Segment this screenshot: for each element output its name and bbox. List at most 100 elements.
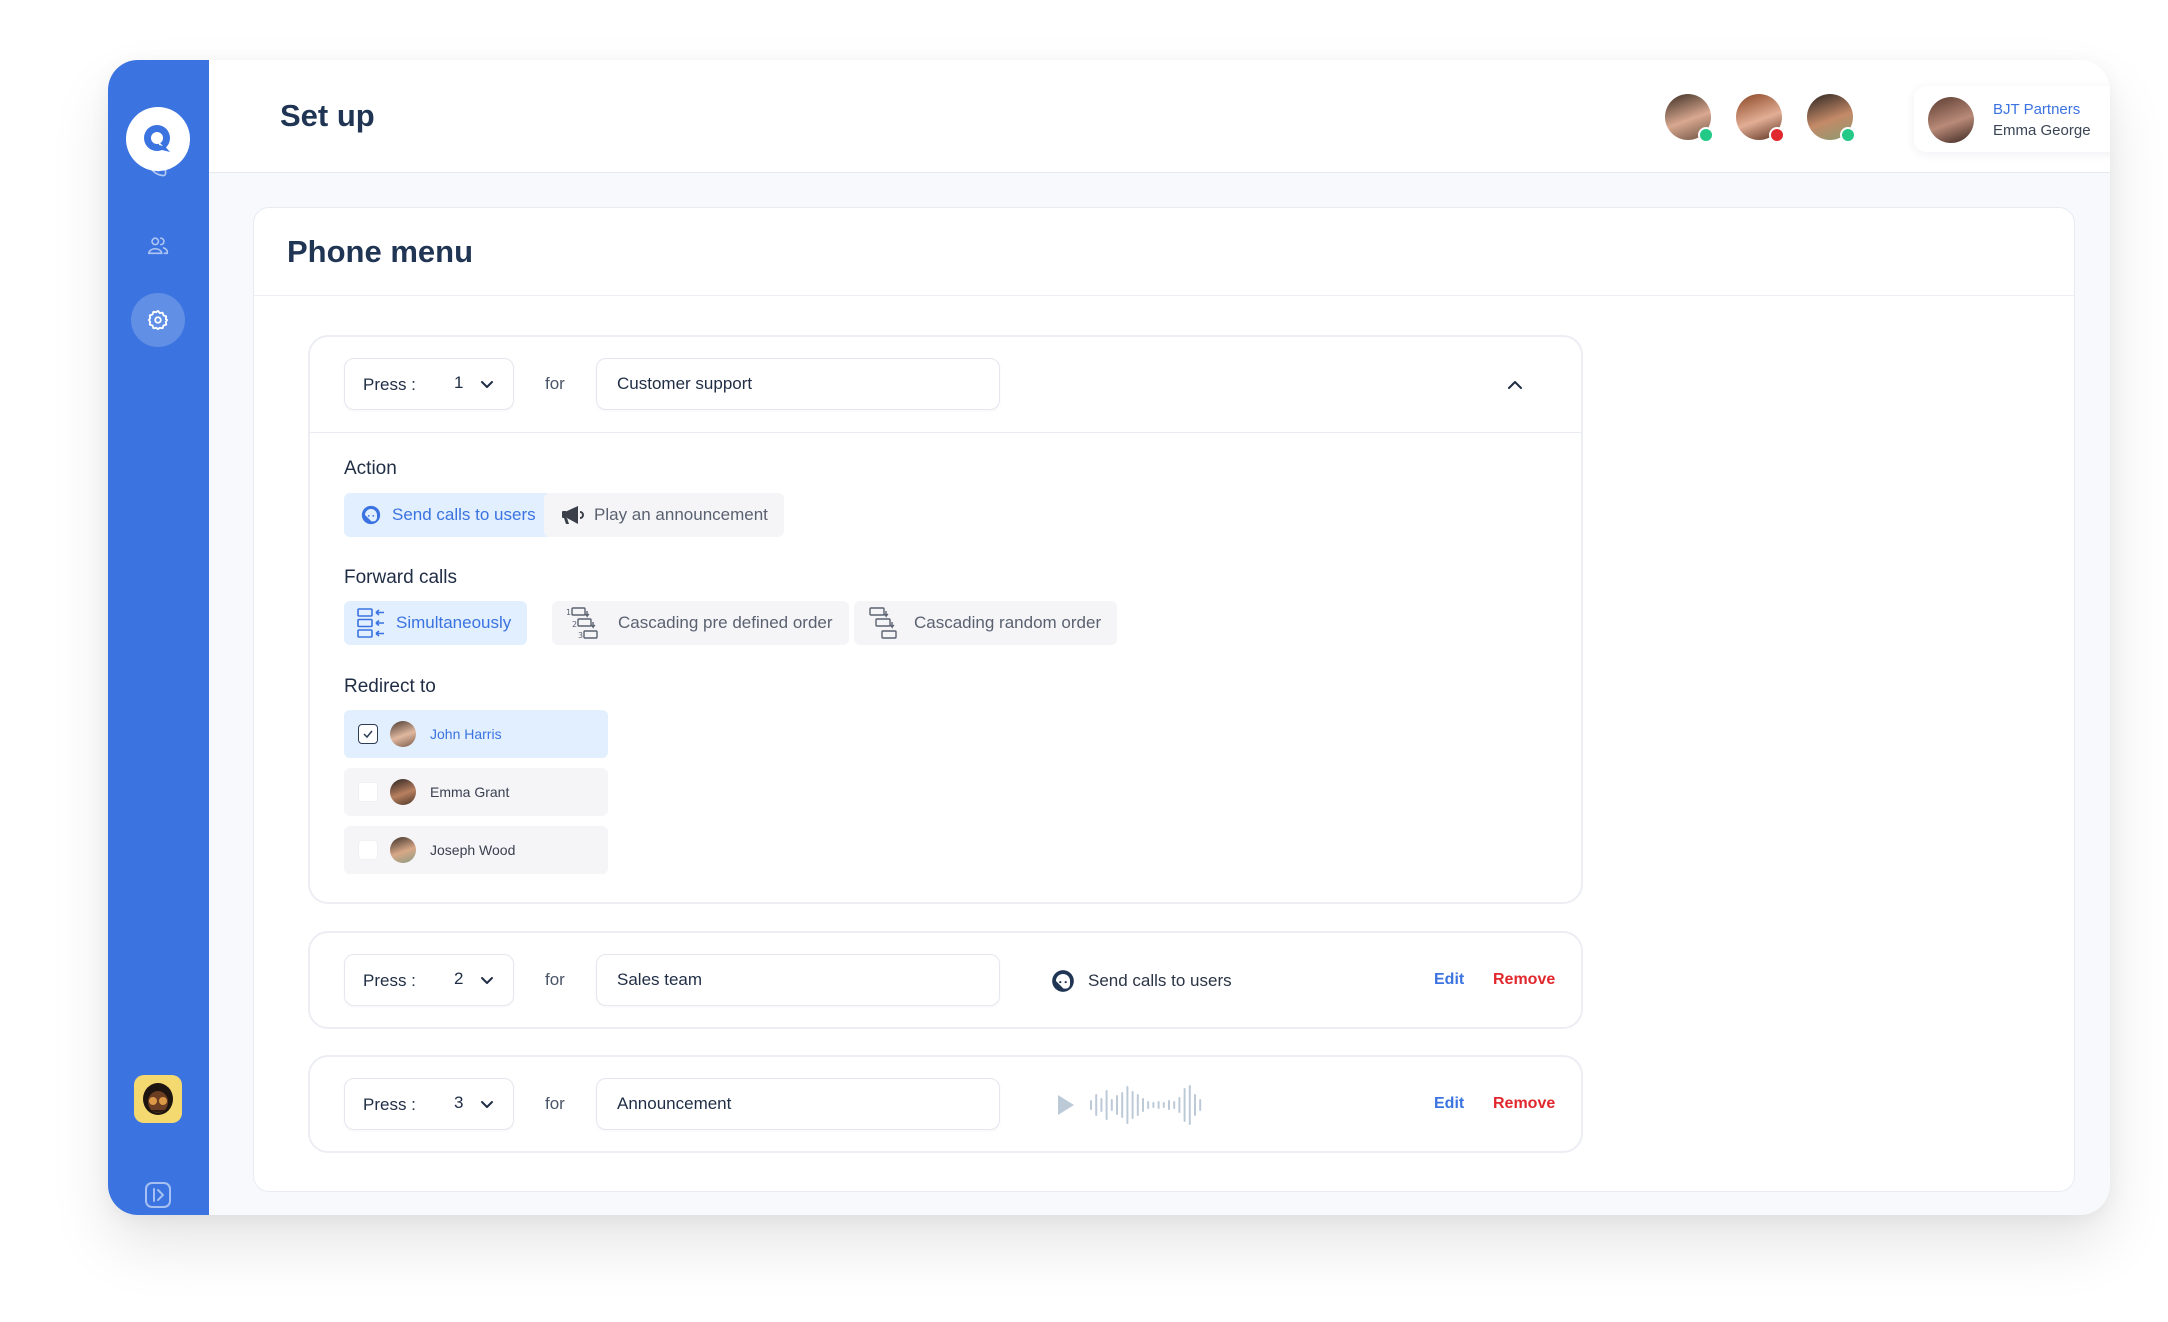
phone-menu-panel: Phone menu Press : 1 for Customer suppor… <box>253 207 2075 1192</box>
chip-label: Send calls to users <box>392 505 536 524</box>
waveform-bar <box>1121 1092 1124 1118</box>
user-avatar <box>390 721 416 747</box>
chip-label: Play an announcement <box>594 505 768 524</box>
waveform-bar <box>1131 1091 1134 1119</box>
waveform-bar <box>1152 1102 1155 1108</box>
action-label: Action <box>344 458 397 479</box>
agent-icon <box>1052 970 1074 992</box>
chip-label: Cascading pre defined order <box>618 613 833 632</box>
key-value: 3 <box>454 1093 464 1112</box>
action-send-calls[interactable]: Send calls to users <box>344 493 552 537</box>
waveform-bar <box>1126 1086 1129 1124</box>
action-play-announcement[interactable]: Play an announcement <box>544 493 784 537</box>
forward-cascading-random[interactable]: Cascading random order <box>854 601 1118 645</box>
waveform-bar <box>1142 1098 1144 1112</box>
remove-button[interactable]: Remove <box>1493 1095 1555 1113</box>
phone-icon <box>147 157 167 177</box>
key-value: 1 <box>454 373 464 392</box>
status-online-dot <box>1698 127 1714 143</box>
user-avatar <box>390 837 416 863</box>
sidebar-item-settings[interactable] <box>131 293 185 347</box>
play-icon[interactable] <box>1056 1093 1076 1117</box>
for-label: for <box>545 374 565 393</box>
waveform-bar <box>1110 1099 1113 1111</box>
waveform-bar <box>1105 1090 1108 1120</box>
waveform-bar <box>1178 1097 1181 1113</box>
entry-name-input[interactable]: Customer support <box>596 358 1000 410</box>
account-org: BJT Partners <box>1993 101 2081 118</box>
forward-simultaneously[interactable]: Simultaneously <box>344 601 528 645</box>
waveform-bar <box>1095 1094 1098 1116</box>
chevron-up-icon[interactable] <box>1505 375 1525 395</box>
chip-label: Cascading random order <box>914 613 1102 632</box>
key-select[interactable]: Press : 3 <box>344 1078 514 1130</box>
user-checkbox[interactable] <box>358 840 378 860</box>
account-switcher[interactable]: BJT Partners Emma George <box>1914 86 2110 152</box>
memoji-avatar-icon <box>143 1083 173 1115</box>
menu-entry-1: Press : 1 for Customer support Action Se… <box>308 335 1583 904</box>
megaphone-icon <box>562 506 584 524</box>
press-label: Press : <box>363 375 416 394</box>
waveform-bar <box>1168 1100 1170 1110</box>
key-value: 2 <box>454 969 464 988</box>
user-name: Emma Grant <box>430 784 510 800</box>
redirect-user-row[interactable]: Emma Grant <box>344 768 608 816</box>
expand-sidebar-button[interactable] <box>133 1170 183 1215</box>
user-avatar <box>390 779 416 805</box>
cascade-ordered-icon: 1 2 3 <box>566 607 598 640</box>
svg-text:2: 2 <box>572 620 577 629</box>
users-icon <box>148 237 169 255</box>
svg-text:1: 1 <box>566 608 571 617</box>
redirect-user-row[interactable]: Joseph Wood <box>344 826 608 874</box>
remove-button[interactable]: Remove <box>1493 971 1555 989</box>
cascade-random-icon <box>869 607 897 639</box>
top-header: Set up BJT Partners Emma George <box>209 60 2110 173</box>
svg-text:3: 3 <box>578 631 583 640</box>
edit-button[interactable]: Edit <box>1434 1095 1464 1113</box>
team-avatar-2[interactable] <box>1736 94 1785 143</box>
user-checkbox[interactable] <box>358 782 378 802</box>
chevron-down-icon <box>481 977 493 984</box>
press-label: Press : <box>363 971 416 990</box>
waveform-bar <box>1183 1088 1186 1122</box>
waveform-bar <box>1188 1085 1191 1125</box>
waveform-bar <box>1157 1101 1160 1109</box>
entry-name-input[interactable]: Sales team <box>596 954 1000 1006</box>
chevron-down-icon <box>481 1101 493 1108</box>
divider <box>310 432 1581 433</box>
forward-cascading-predefined[interactable]: 1 2 3 Cascading pre defined order <box>552 601 849 645</box>
expand-sidebar-icon <box>145 1182 171 1208</box>
sidebar-item-calls[interactable] <box>133 143 183 193</box>
team-avatar-3[interactable] <box>1807 94 1856 143</box>
waveform-bar <box>1199 1099 1202 1111</box>
action-summary: Send calls to users <box>1050 968 1232 994</box>
key-select[interactable]: Press : 2 <box>344 954 514 1006</box>
user-name: John Harris <box>430 726 502 742</box>
my-avatar[interactable] <box>134 1075 182 1123</box>
press-label: Press : <box>363 1095 416 1114</box>
check-icon <box>363 730 373 739</box>
waveform-bar <box>1116 1095 1118 1115</box>
agent-icon <box>361 505 381 525</box>
account-avatar <box>1928 97 1974 143</box>
menu-entry-3: Press : 3 for Announcement Edit Remove <box>308 1055 1583 1153</box>
for-label: for <box>545 970 565 989</box>
user-checkbox[interactable] <box>358 724 378 744</box>
page-title: Set up <box>280 98 375 133</box>
for-label: for <box>545 1094 565 1113</box>
redirect-user-row[interactable]: John Harris <box>344 710 608 758</box>
app-window: Set up BJT Partners Emma George Phone me… <box>108 60 2110 1215</box>
team-avatar-1[interactable] <box>1665 94 1714 143</box>
waveform-bar <box>1194 1094 1196 1116</box>
waveform-bar <box>1162 1102 1165 1108</box>
waveform-bar <box>1173 1101 1176 1109</box>
redirect-label: Redirect to <box>344 676 436 697</box>
sidebar-item-contacts[interactable] <box>133 221 183 271</box>
gear-icon <box>147 309 169 331</box>
entry-name-input[interactable]: Announcement <box>596 1078 1000 1130</box>
waveform-bar <box>1100 1098 1103 1112</box>
forward-label: Forward calls <box>344 567 457 588</box>
edit-button[interactable]: Edit <box>1434 971 1464 989</box>
key-select[interactable]: Press : 1 <box>344 358 514 410</box>
menu-entry-2: Press : 2 for Sales team Send calls to u… <box>308 931 1583 1029</box>
